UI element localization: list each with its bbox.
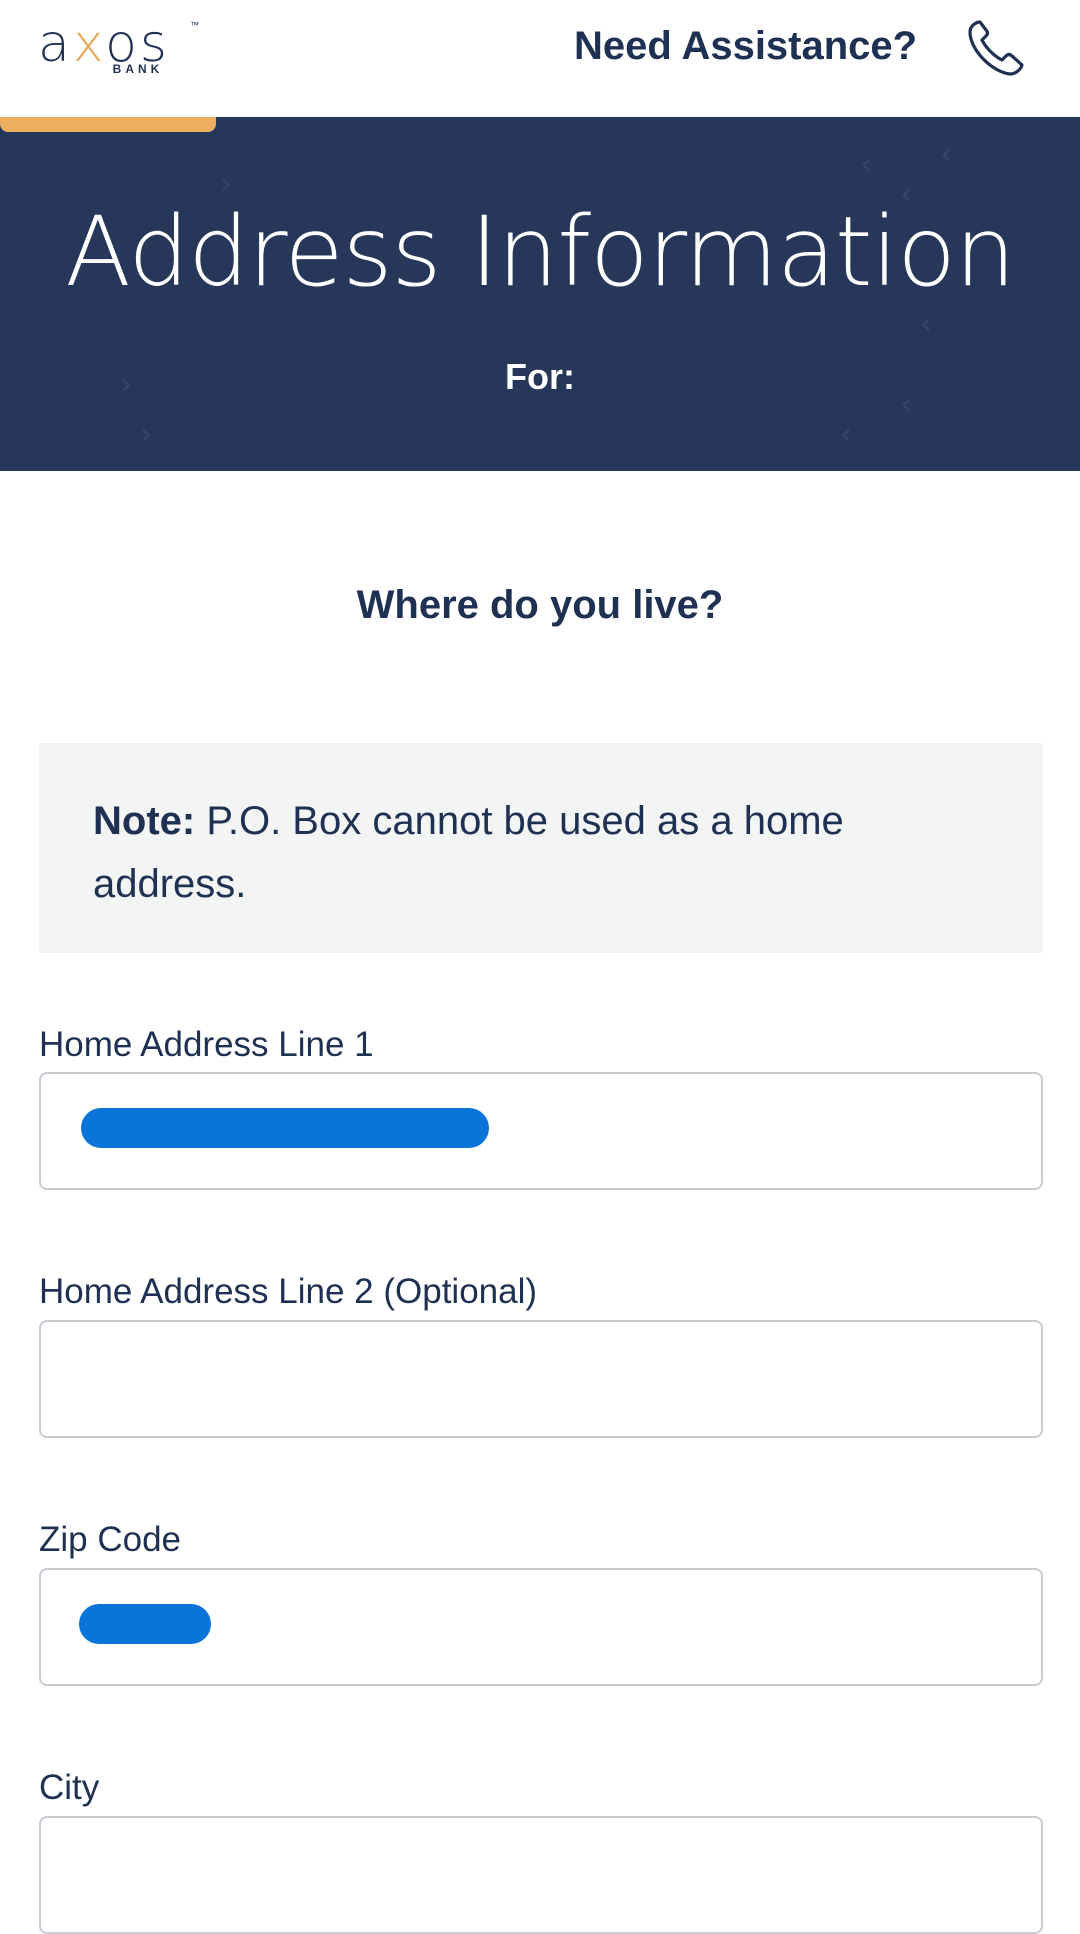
need-assistance-link[interactable]: Need Assistance? [574, 20, 917, 72]
note-text: P.O. Box cannot be used as a home addres… [93, 799, 844, 906]
phone-icon[interactable] [966, 16, 1026, 78]
page-subtitle: For: [505, 356, 575, 397]
address-line1-label: Home Address Line 1 [39, 1025, 374, 1064]
decor-chevron: ‹ [920, 307, 932, 342]
axos-bank-logo[interactable]: axos ™ BANK [38, 16, 208, 80]
address-line2-input[interactable] [39, 1320, 1043, 1438]
zip-code-input[interactable] [39, 1568, 1043, 1686]
decor-chevron: ‹ [840, 417, 852, 452]
decor-chevron: › [140, 417, 152, 452]
note-label: Note: [93, 799, 196, 843]
address-line2-label: Home Address Line 2 (Optional) [39, 1272, 538, 1311]
page-title: Address Information [65, 196, 1016, 308]
redacted-value [79, 1604, 211, 1644]
progress-accent-bar [0, 117, 216, 132]
logo-trademark: ™ [190, 20, 199, 30]
header: axos ™ BANK Need Assistance? [0, 0, 1080, 117]
zip-code-label: Zip Code [39, 1520, 182, 1559]
redacted-value [81, 1108, 489, 1148]
address-line1-input[interactable] [39, 1072, 1043, 1190]
po-box-note: Note: P.O. Box cannot be used as a home … [39, 743, 1043, 953]
decor-chevron: ‹ [860, 147, 872, 182]
page-banner: › ‹ ‹ ‹ ‹ › › ‹ ‹ Address Information Fo… [0, 117, 1080, 471]
decor-chevron: ‹ [940, 137, 952, 172]
logo-subtitle: BANK [112, 62, 164, 76]
section-question: Where do you live? [356, 583, 724, 627]
city-input[interactable] [39, 1816, 1043, 1934]
city-label: City [39, 1768, 100, 1807]
